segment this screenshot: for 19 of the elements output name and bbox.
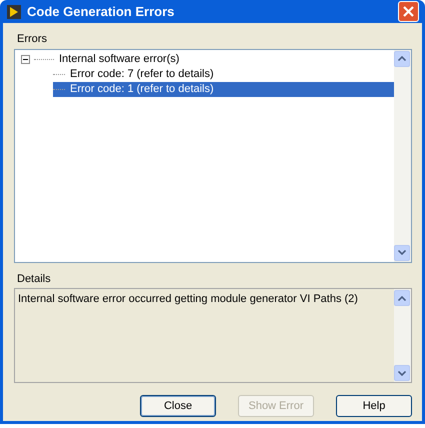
scroll-down-icon[interactable] bbox=[394, 365, 410, 381]
tree-item[interactable]: Error code: 7 (refer to details) bbox=[53, 66, 394, 82]
dialog-button[interactable]: Close bbox=[140, 395, 216, 417]
errors-label: Errors bbox=[17, 32, 48, 47]
scroll-up-icon[interactable] bbox=[394, 50, 410, 66]
tree-item[interactable]: Internal software error(s) bbox=[16, 52, 394, 66]
app-icon bbox=[7, 4, 21, 18]
dialog-button[interactable]: Help bbox=[336, 395, 412, 417]
scroll-up-icon[interactable] bbox=[394, 290, 410, 306]
close-button[interactable] bbox=[398, 1, 419, 22]
details-label: Details bbox=[17, 272, 52, 286]
details-text: Internal software error occurred getting module generator VI Paths (2) bbox=[17, 293, 358, 305]
collapse-icon[interactable] bbox=[21, 54, 30, 64]
scroll-down-icon[interactable] bbox=[394, 244, 410, 260]
tree-item[interactable]: Error code: 1 (refer to details) bbox=[53, 82, 394, 96]
scrollbar[interactable] bbox=[394, 50, 411, 262]
window-title: Code Generation Errors bbox=[27, 2, 176, 21]
scrollbar[interactable] bbox=[394, 289, 411, 382]
close-icon bbox=[403, 6, 414, 17]
